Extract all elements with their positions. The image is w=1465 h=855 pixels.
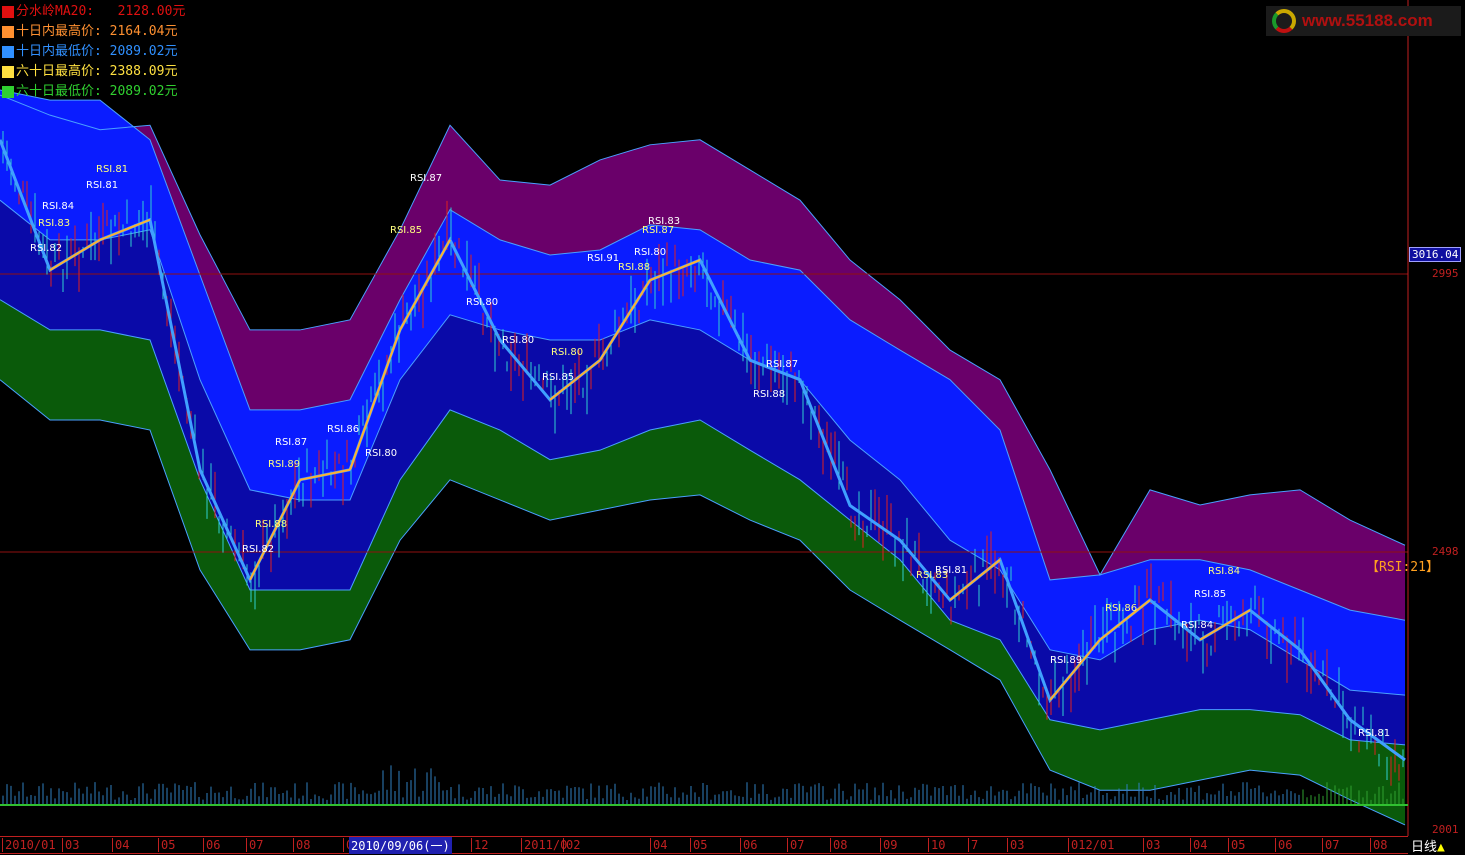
period-selector[interactable]: 日线▲ xyxy=(1411,836,1445,855)
rsi-label: RSI.86 xyxy=(1105,603,1137,614)
logo-text: www.55188.com xyxy=(1302,11,1433,30)
x-tick-label: 04 xyxy=(112,838,129,852)
legend-label: 十日内最低价: 2089.02元 xyxy=(16,44,178,59)
x-tick-label: 2010/01 xyxy=(2,838,56,852)
price-chart-canvas[interactable]: RSI.81 RSI.81 RSI.84 RSI.83 RSI.82 RSI.87 RSI.… xyxy=(0,0,1465,854)
rsi-label: RSI.84 xyxy=(1181,620,1213,631)
rsi-label: RSI.80 xyxy=(551,347,583,358)
x-tick-label: 02 xyxy=(563,838,580,852)
x-tick-label: 08 xyxy=(1370,838,1387,852)
rsi-label: RSI.87 xyxy=(410,173,442,184)
x-tick-label: 04 xyxy=(650,838,667,852)
x-tick-label: 12 xyxy=(471,838,488,852)
rsi-label: RSI.80 xyxy=(502,335,534,346)
x-tick-label: 06 xyxy=(203,838,220,852)
triangle-up-icon: ▲ xyxy=(1437,840,1445,855)
legend-swatch xyxy=(2,66,14,78)
x-tick-label: 2011/0 xyxy=(521,838,567,852)
legend-item-ma20: 分水岭MA20: 2128.00元 xyxy=(2,2,185,22)
rsi-label: RSI.87 xyxy=(766,359,798,370)
legend-label: 十日内最高价: 2164.04元 xyxy=(16,24,178,39)
y-tick-label: 2995 xyxy=(1432,267,1459,280)
x-tick-label: 07 xyxy=(787,838,804,852)
current-price-tag: 3016.04 xyxy=(1409,247,1462,262)
legend-swatch xyxy=(2,26,14,38)
rsi-label: RSI.88 xyxy=(753,389,785,400)
legend-swatch xyxy=(2,6,14,18)
legend-item-10d-low: 十日内最低价: 2089.02元 xyxy=(2,42,185,62)
rsi-label: RSI.89 xyxy=(268,459,300,470)
x-tick-label: 03 xyxy=(1143,838,1160,852)
rsi-label: RSI.80 xyxy=(466,297,498,308)
rsi-label: RSI.84 xyxy=(42,201,74,212)
rsi-label: RSI.91 xyxy=(587,253,619,264)
date-axis[interactable]: 2010/010304050607080122011/0020405060708… xyxy=(0,836,1408,854)
x-tick-label: 06 xyxy=(1275,838,1292,852)
rsi-label: RSI.85 xyxy=(542,372,574,383)
rsi-label: RSI.81 xyxy=(935,565,967,576)
rsi-label: RSI.88 xyxy=(618,262,650,273)
rsi-label: RSI.88 xyxy=(255,519,287,530)
selected-date: 2010/09/06(一) xyxy=(349,837,452,854)
x-tick-label: 06 xyxy=(740,838,757,852)
x-tick-label: 03 xyxy=(1007,838,1024,852)
x-tick-label: 08 xyxy=(293,838,310,852)
rsi-label: RSI.80 xyxy=(634,247,666,258)
period-label: 日线 xyxy=(1411,840,1438,855)
rsi-label: RSI.89 xyxy=(1050,655,1082,666)
legend-label: 六十日最高价: 2388.09元 xyxy=(16,64,178,79)
logo-icon xyxy=(1272,9,1296,33)
x-tick-label: 10 xyxy=(928,838,945,852)
rsi-label: RSI.85 xyxy=(1194,589,1226,600)
rsi-label: RSI.80 xyxy=(365,448,397,459)
legend-item-60d-low: 六十日最低价: 2089.02元 xyxy=(2,82,185,102)
y-tick-label: 2001 xyxy=(1432,823,1459,836)
rsi-label: RSI.81 xyxy=(96,164,128,175)
legend-label: 六十日最低价: 2089.02元 xyxy=(16,84,178,99)
legend-swatch xyxy=(2,46,14,58)
rsi-label: RSI.81 xyxy=(86,180,118,191)
x-tick-label: 07 xyxy=(246,838,263,852)
x-tick-label: 05 xyxy=(690,838,707,852)
rsi-label: RSI.87 xyxy=(642,225,674,236)
x-tick-label: 7 xyxy=(968,838,978,852)
site-logo: www.55188.com xyxy=(1266,6,1461,36)
rsi-label: RSI.83 xyxy=(38,218,70,229)
rsi-label: RSI.87 xyxy=(275,437,307,448)
rsi-label: RSI.84 xyxy=(1208,566,1240,577)
x-tick-label: 03 xyxy=(62,838,79,852)
stock-chart[interactable]: RSI.81 RSI.81 RSI.84 RSI.83 RSI.82 RSI.87 RSI.… xyxy=(0,0,1465,855)
rsi-label: RSI.82 xyxy=(242,544,274,555)
x-tick-label: 07 xyxy=(1322,838,1339,852)
rsi-label: RSI.85 xyxy=(390,225,422,236)
legend-label: 分水岭MA20: 2128.00元 xyxy=(16,4,186,19)
legend: 分水岭MA20: 2128.00元 十日内最高价: 2164.04元 十日内最低… xyxy=(2,2,185,102)
x-tick-label: 04 xyxy=(1190,838,1207,852)
rsi-label: RSI.82 xyxy=(30,243,62,254)
rsi-label: RSI.86 xyxy=(327,424,359,435)
x-tick-label: 012/01 xyxy=(1068,838,1114,852)
rsi-label: RSI.81 xyxy=(1358,728,1390,739)
legend-item-10d-high: 十日内最高价: 2164.04元 xyxy=(2,22,185,42)
legend-swatch xyxy=(2,86,14,98)
x-tick-label: 05 xyxy=(158,838,175,852)
x-tick-label: 09 xyxy=(880,838,897,852)
x-tick-label: 05 xyxy=(1228,838,1245,852)
x-tick-label: 08 xyxy=(830,838,847,852)
indicator-label[interactable]: 【RSI:21】 xyxy=(1366,556,1439,575)
legend-item-60d-high: 六十日最高价: 2388.09元 xyxy=(2,62,185,82)
